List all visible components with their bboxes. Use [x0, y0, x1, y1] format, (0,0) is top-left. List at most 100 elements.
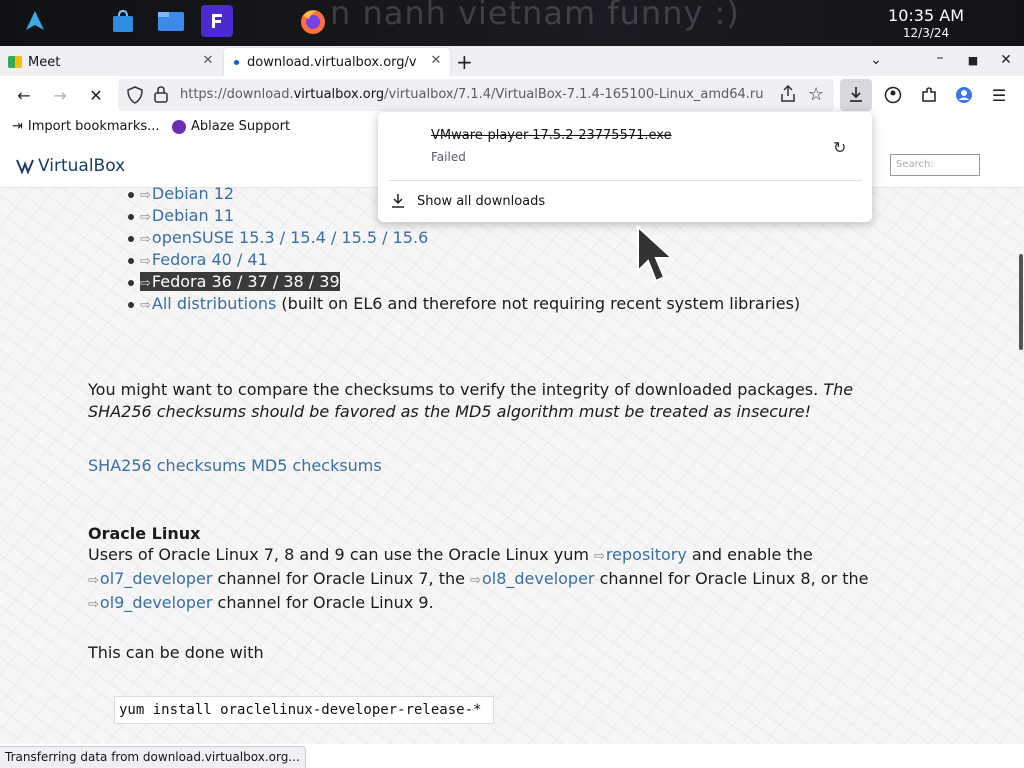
back-arrow-icon[interactable]: ←	[13, 84, 35, 106]
close-tab-icon[interactable]: ✕	[428, 53, 444, 69]
external-link-icon: ⇨	[88, 573, 99, 588]
repository-link[interactable]: repository	[606, 545, 687, 564]
scrollbar-thumb[interactable]	[1019, 254, 1023, 350]
distribution-link-selected[interactable]: Fedora 36 / 37 / 38 / 39	[152, 272, 340, 291]
text: channel for Oracle Linux 7, the	[212, 569, 471, 588]
list-item: ⇨openSUSE 15.3 / 15.4 / 15.5 / 15.6	[128, 227, 800, 249]
external-link-icon: ⇨	[594, 549, 605, 564]
meet-icon	[8, 56, 22, 68]
minimize-icon[interactable]: –	[930, 50, 950, 66]
code-editor-icon[interactable]	[201, 5, 233, 37]
list-item: ⇨Fedora 36 / 37 / 38 / 39	[128, 271, 800, 293]
maximize-icon[interactable]: ■	[963, 54, 983, 67]
bookmark-ablaze[interactable]: Ablaze Support	[172, 119, 290, 134]
ol9-developer-link[interactable]: ol9_developer	[100, 593, 213, 612]
distribution-link[interactable]: openSUSE 15.3 / 15.4 / 15.5 / 15.6	[152, 228, 428, 247]
download-filename[interactable]: VMware-player-17.5.2-23775571.exe	[431, 128, 672, 143]
status-bar: Transferring data from download.virtualb…	[0, 746, 306, 768]
store-icon[interactable]	[108, 6, 138, 36]
divider	[388, 180, 862, 181]
distribution-note: (built on EL6 and therefore not requirin…	[276, 294, 801, 313]
external-link-icon: ⇨	[140, 276, 151, 291]
sha256-link[interactable]: SHA256 checksums	[88, 456, 246, 475]
clock[interactable]: 10:35 AM 12/3/24	[888, 6, 964, 40]
command-code-block: yum install oraclelinux-developer-releas…	[114, 696, 494, 724]
forward-arrow-icon[interactable]: →	[49, 84, 71, 106]
checksum-paragraph: You might want to compare the checksums …	[88, 379, 888, 423]
bookmark-label: Import bookmarks...	[27, 119, 160, 134]
stop-loading-icon[interactable]: ✕	[85, 84, 107, 106]
taskbar: n nanh vietnam funny :) 10:35 AM 12/3/24	[0, 0, 1024, 46]
tab-meet[interactable]: Meet ✕	[0, 48, 222, 76]
firefox-icon[interactable]	[298, 6, 328, 36]
url-domain: virtualbox.org	[293, 87, 385, 102]
bookmark-import[interactable]: ⇥ Import bookmarks...	[12, 119, 160, 134]
wallpaper-text: n nanh vietnam funny :)	[330, 0, 740, 32]
tab-virtualbox[interactable]: download.virtualbox.org/vi ✕	[224, 48, 450, 76]
oracle-linux-heading: Oracle Linux	[88, 524, 201, 543]
account-icon[interactable]	[882, 84, 904, 106]
loading-dot-icon	[234, 59, 239, 65]
text: Users of Oracle Linux 7, 8 and 9 can use…	[88, 545, 595, 564]
distribution-link[interactable]: All distributions	[152, 294, 276, 313]
url-bar[interactable]: https://download.virtualbox.org/virtualb…	[118, 79, 834, 111]
share-icon[interactable]	[780, 84, 796, 107]
distribution-link[interactable]: Debian 12	[152, 184, 234, 203]
external-link-icon: ⇨	[140, 188, 151, 203]
file-manager-icon[interactable]	[156, 6, 186, 36]
close-tab-icon[interactable]: ✕	[200, 53, 216, 69]
tab-label: Meet	[28, 54, 61, 70]
bookmark-star-icon[interactable]: ☆	[808, 84, 824, 105]
show-all-label: Show all downloads	[417, 193, 546, 209]
text: channel for Oracle Linux 9.	[212, 593, 434, 612]
menu-hamburger-icon[interactable]: ☰	[988, 84, 1010, 106]
bookmark-label: Ablaze Support	[191, 119, 291, 134]
mouse-cursor-icon	[637, 225, 675, 283]
show-all-downloads-button[interactable]: Show all downloads	[390, 190, 545, 212]
external-link-icon: ⇨	[470, 573, 481, 588]
virtualbox-logo[interactable]: VirtualBox	[16, 156, 125, 176]
done-with-text: This can be done with	[88, 643, 264, 662]
external-link-icon: ⇨	[88, 597, 99, 612]
bullet	[128, 301, 134, 308]
ablaze-icon	[172, 119, 186, 134]
downloads-button[interactable]	[840, 79, 872, 111]
external-link-icon: ⇨	[140, 210, 151, 225]
bullet	[128, 213, 134, 220]
text: and enable the	[686, 545, 813, 564]
list-item: ⇨All distributions (built on EL6 and the…	[128, 293, 800, 315]
lock-icon[interactable]	[154, 86, 168, 107]
external-link-icon: ⇨	[140, 254, 151, 269]
text: channel for Oracle Linux 8, or the	[594, 569, 869, 588]
bullet	[128, 235, 134, 242]
page-content: VirtualBox Search: ⇨Debian 12 ⇨Debian 11…	[0, 144, 1024, 744]
checksum-text: You might want to compare the checksums …	[88, 380, 824, 399]
external-link-icon: ⇨	[140, 232, 151, 247]
close-window-icon[interactable]: ✕	[996, 52, 1016, 68]
profile-avatar-icon[interactable]	[953, 84, 975, 106]
url-path: /virtualbox/7.1.4/VirtualBox-7.1.4-16510…	[384, 87, 764, 102]
md5-link[interactable]: MD5 checksums	[251, 456, 382, 475]
retry-icon[interactable]: ↻	[833, 138, 853, 158]
tracking-shield-icon[interactable]	[127, 86, 143, 108]
new-tab-icon[interactable]: +	[456, 50, 473, 74]
distribution-link[interactable]: Debian 11	[152, 206, 234, 225]
site-search-input[interactable]: Search:	[890, 154, 980, 176]
tab-list-chevron-icon[interactable]: ⌄	[866, 52, 886, 68]
navigation-bar: ← → ✕ https://download.virtualbox.org/vi…	[0, 76, 1024, 114]
url-text[interactable]: https://download.virtualbox.org/virtualb…	[180, 87, 772, 102]
ol7-developer-link[interactable]: ol7_developer	[100, 569, 213, 588]
external-link-icon: ⇨	[140, 298, 151, 313]
oracle-paragraph: Users of Oracle Linux 7, 8 and 9 can use…	[88, 544, 928, 616]
bullet	[128, 257, 134, 264]
clock-time: 10:35 AM	[888, 6, 964, 25]
import-icon: ⇥	[12, 119, 23, 134]
bullet	[128, 191, 134, 198]
bullet	[128, 279, 134, 286]
extensions-icon[interactable]	[918, 84, 940, 106]
ol8-developer-link[interactable]: ol8_developer	[482, 569, 595, 588]
download-icon	[392, 194, 404, 208]
arch-launcher-icon[interactable]	[20, 6, 50, 36]
distribution-link[interactable]: Fedora 40 / 41	[152, 250, 268, 269]
download-status: Failed	[431, 150, 466, 164]
